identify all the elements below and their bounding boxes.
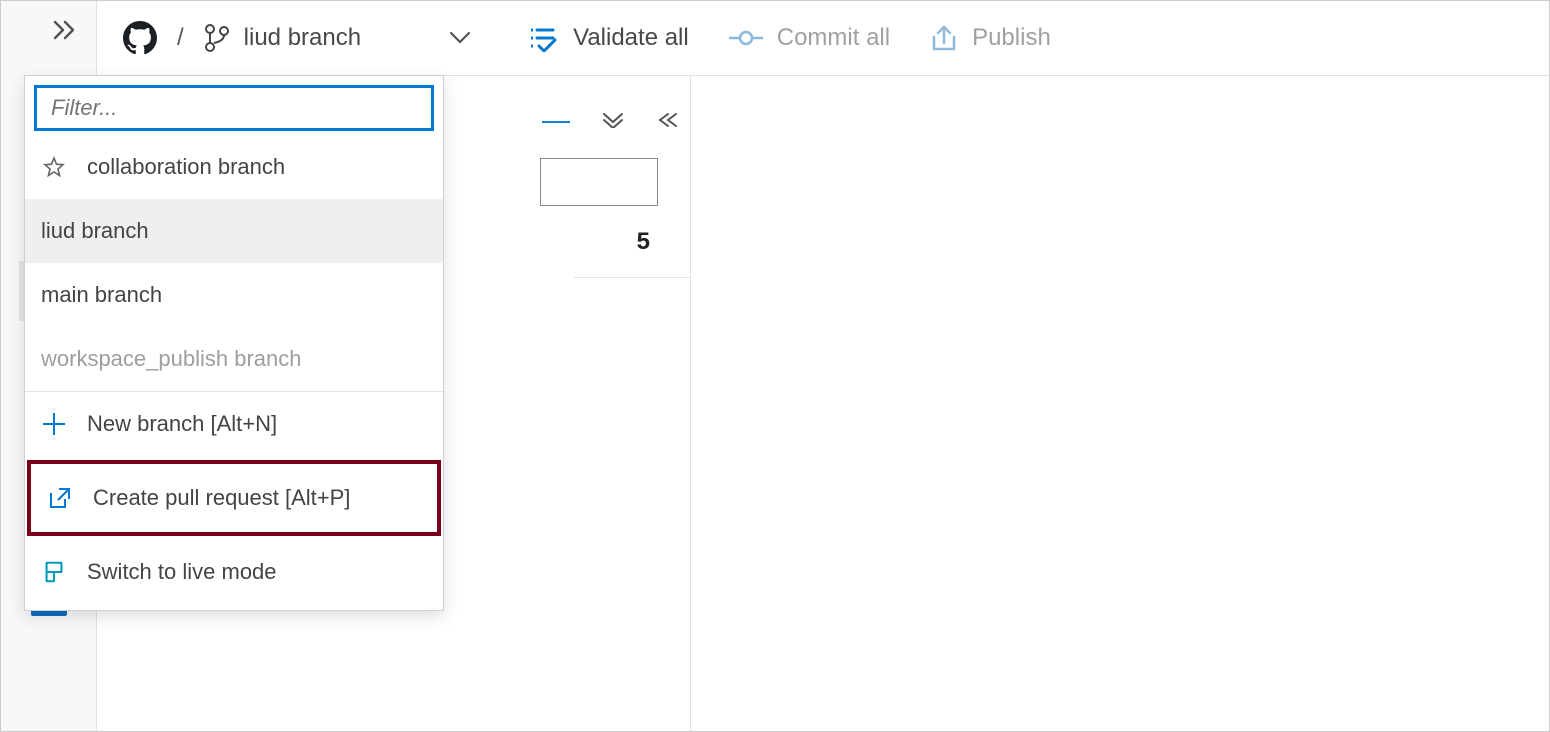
create-pull-request-action[interactable]: Create pull request [Alt+P] <box>27 460 441 536</box>
new-branch-action[interactable]: New branch [Alt+N] <box>25 392 443 456</box>
canvas <box>691 76 1549 731</box>
branch-name: liud branch <box>244 24 361 52</box>
toolbar: / liud branch Validate all Commit all Pu… <box>97 1 1549 76</box>
branch-item-label: main branch <box>41 282 162 308</box>
commit-all-label: Commit all <box>777 24 890 52</box>
branch-item-label: liud branch <box>41 218 149 244</box>
branch-item-liud[interactable]: liud branch <box>25 199 443 263</box>
validate-all-button[interactable]: Validate all <box>529 24 689 52</box>
expand-rail-icon[interactable] <box>52 19 78 41</box>
branch-dropdown: collaboration branch liud branch main br… <box>24 75 444 611</box>
github-icon[interactable] <box>123 21 157 55</box>
branch-item-main[interactable]: main branch <box>25 263 443 327</box>
minus-icon[interactable]: — <box>542 104 570 136</box>
branch-item-workspace-publish: workspace_publish branch <box>25 327 443 391</box>
commit-all-button: Commit all <box>729 24 890 52</box>
validate-all-label: Validate all <box>573 24 689 52</box>
collapse-down-icon[interactable] <box>602 112 624 128</box>
switch-live-label: Switch to live mode <box>87 559 277 585</box>
external-link-icon <box>47 485 73 511</box>
star-icon <box>41 156 67 178</box>
branch-item-label: collaboration branch <box>87 154 285 180</box>
branch-item-label: workspace_publish branch <box>41 346 302 372</box>
synapse-icon <box>41 558 67 586</box>
item-count: 5 <box>637 228 650 256</box>
branch-filter-input[interactable] <box>34 85 434 131</box>
branch-icon <box>204 23 230 53</box>
collapse-left-icon[interactable] <box>656 112 678 128</box>
create-pr-label: Create pull request [Alt+P] <box>93 485 350 511</box>
publish-label: Publish <box>972 24 1051 52</box>
plus-icon <box>41 411 67 437</box>
breadcrumb-sep: / <box>177 24 184 52</box>
branch-item-collaboration[interactable]: collaboration branch <box>25 135 443 199</box>
publish-button: Publish <box>930 23 1051 53</box>
new-branch-label: New branch [Alt+N] <box>87 411 277 437</box>
branch-selector[interactable]: liud branch <box>204 23 471 53</box>
chevron-down-icon <box>449 31 471 45</box>
filter-box[interactable] <box>540 158 658 206</box>
switch-live-mode-action[interactable]: Switch to live mode <box>25 540 443 604</box>
